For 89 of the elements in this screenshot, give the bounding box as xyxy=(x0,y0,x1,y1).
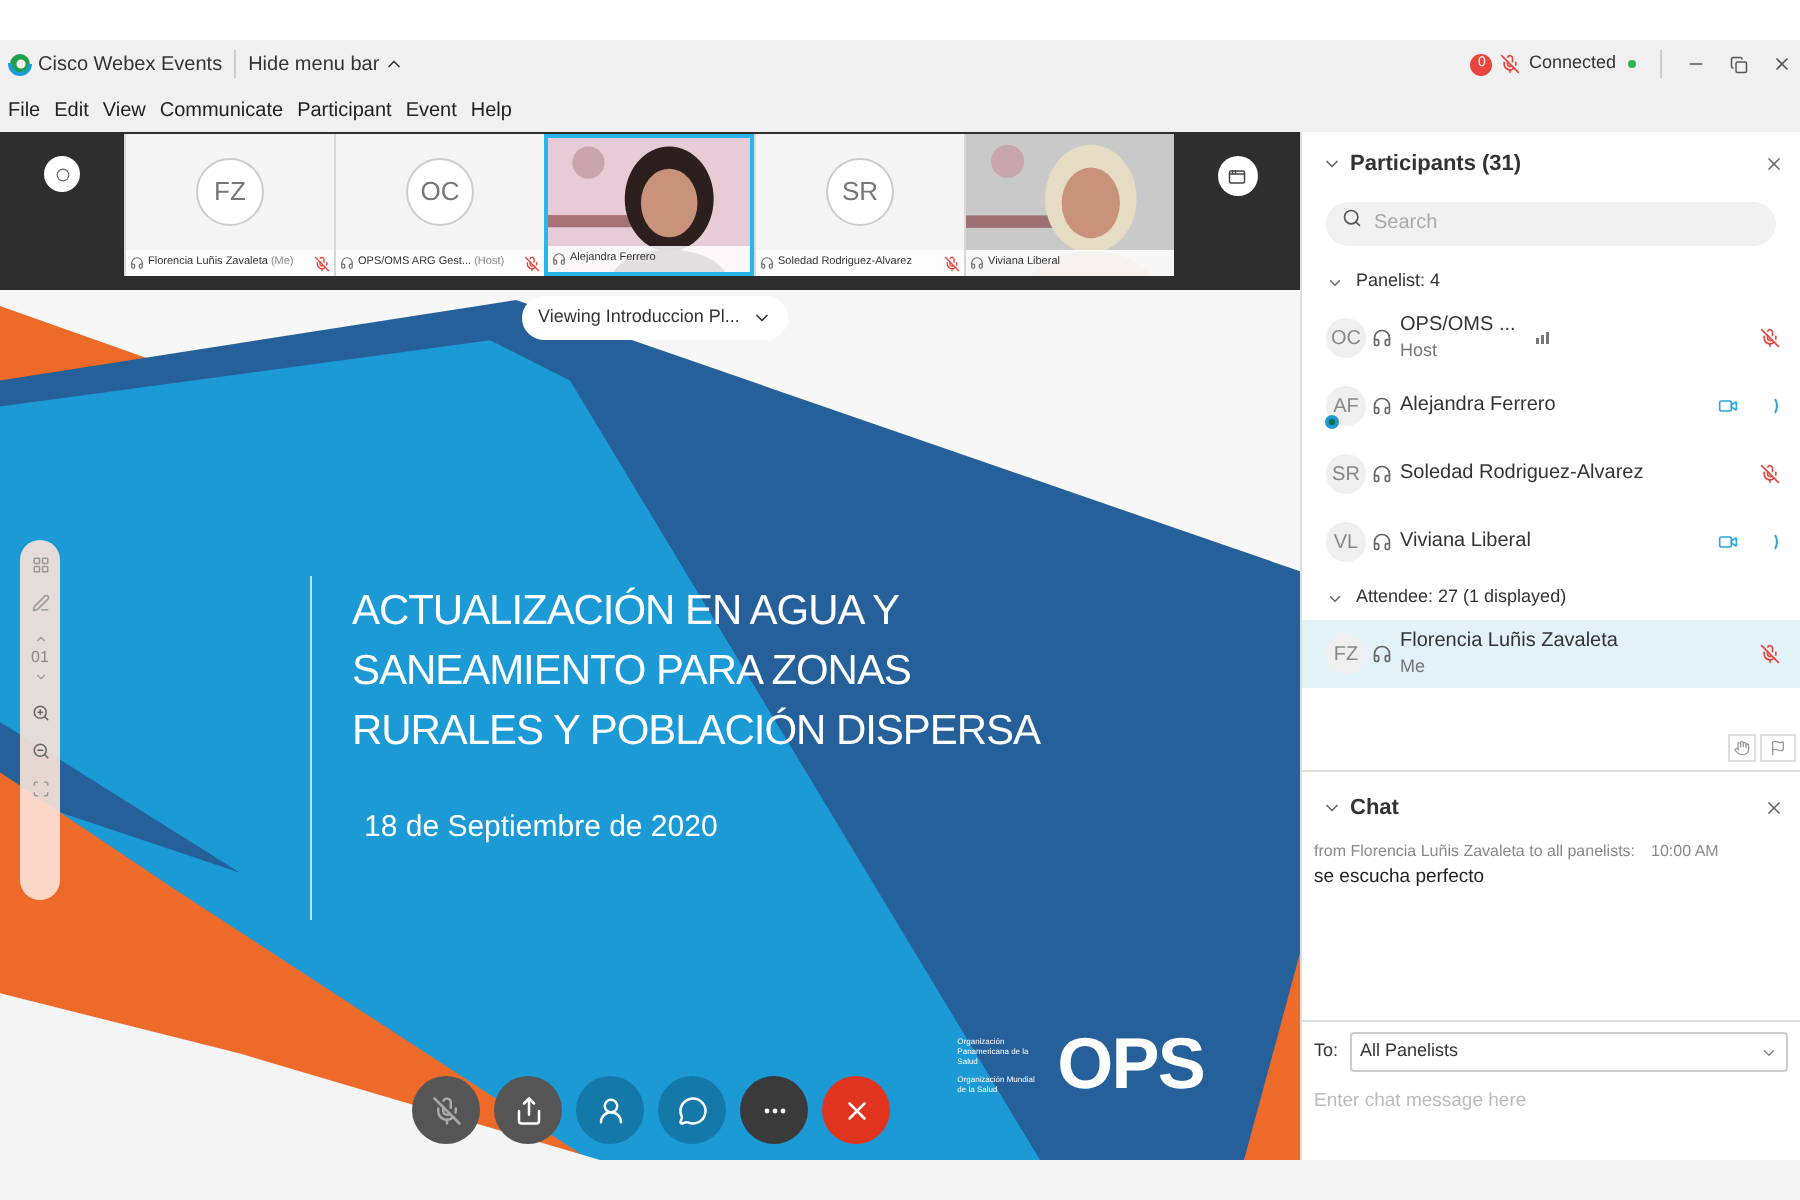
menu-item[interactable]: View xyxy=(102,95,146,125)
avatar: FZ xyxy=(1326,634,1366,674)
headset-icon xyxy=(130,256,144,270)
close-icon[interactable] xyxy=(1772,54,1792,74)
logo-wordmark: OPS xyxy=(1057,1028,1204,1100)
avatar: AF xyxy=(1326,386,1366,426)
app-title: Cisco Webex Events xyxy=(38,51,223,79)
app-logo-icon xyxy=(8,52,32,76)
participant-name: Florencia Luñis Zavaleta xyxy=(1400,630,1618,656)
slide-title-line: ACTUALIZACIÓN EN AGUA Y xyxy=(352,585,901,638)
share-icon xyxy=(513,1095,543,1125)
participant-row[interactable]: AF Alejandra Ferrero xyxy=(1302,372,1800,440)
page-number: 01 xyxy=(31,646,49,670)
participant-role: Host xyxy=(1400,339,1440,362)
menu-item[interactable]: Help xyxy=(470,95,512,125)
participant-row[interactable]: FZ Florencia Luñis Zavaleta Me xyxy=(1302,620,1800,688)
circle-icon xyxy=(55,167,69,181)
avatar: VL xyxy=(1326,522,1366,562)
thumbnails-icon[interactable] xyxy=(31,556,49,574)
panel-title: Chat xyxy=(1350,793,1399,824)
headset-icon xyxy=(1372,328,1392,348)
mic-muted-icon xyxy=(1500,54,1521,74)
menu-item[interactable]: Edit xyxy=(54,95,89,125)
participant-row[interactable]: SR Soledad Rodriguez-Alvarez xyxy=(1302,440,1800,508)
search-icon xyxy=(1342,208,1362,228)
chat-input[interactable]: Enter chat message here xyxy=(1314,1088,1788,1117)
mute-icon xyxy=(431,1095,461,1125)
mic-muted-icon xyxy=(1760,644,1780,664)
headset-icon xyxy=(1372,396,1392,416)
close-icon[interactable] xyxy=(1764,798,1784,818)
slide-title-line: RURALES Y POBLACIÓN DISPERSA xyxy=(352,705,1043,758)
participant-name: Soledad Rodriguez-Alvarez xyxy=(1400,461,1644,487)
mic-muted-icon xyxy=(1760,328,1780,348)
flag-icon xyxy=(1770,740,1786,756)
mic-muted-icon xyxy=(1760,464,1780,484)
raise-hand-button[interactable] xyxy=(1728,734,1756,762)
menu-item[interactable]: File xyxy=(8,95,41,125)
avatar: SR xyxy=(1326,454,1366,494)
headset-icon xyxy=(1372,644,1392,664)
headset-icon xyxy=(760,256,774,270)
mic-muted-icon xyxy=(314,255,330,271)
recipient-label: To: xyxy=(1314,1038,1339,1065)
message-text: se escucha perfecto xyxy=(1314,864,1487,892)
avatar: OC xyxy=(406,158,474,226)
menu-item[interactable]: Communicate xyxy=(159,95,284,125)
view-button[interactable] xyxy=(1217,156,1257,196)
flag-button[interactable] xyxy=(1760,734,1796,762)
slide-title-line: SANEAMIENTO PARA ZONAS xyxy=(352,646,913,698)
zoom-out-icon[interactable] xyxy=(31,742,49,760)
participants-icon xyxy=(595,1095,625,1125)
layout-button[interactable] xyxy=(44,156,80,192)
participant-name: Alejandra Ferrero xyxy=(1400,393,1556,419)
headset-icon xyxy=(552,252,566,266)
close-icon[interactable] xyxy=(1764,154,1784,174)
message-time: 10:00 AM xyxy=(1651,840,1719,864)
group-header[interactable]: Attendee: 27 (1 displayed) xyxy=(1302,576,1800,620)
menu-item[interactable]: Participant xyxy=(297,95,392,125)
chat-icon xyxy=(677,1095,707,1125)
signal-arc-icon xyxy=(1774,534,1780,550)
participant-row[interactable]: OC OPS/OMS ... Host xyxy=(1302,304,1800,372)
restore-icon[interactable] xyxy=(1730,55,1748,73)
connection-status: Connected xyxy=(1528,50,1616,77)
recipient-dropdown[interactable]: All Panelists xyxy=(1350,1032,1788,1072)
headset-icon xyxy=(970,256,984,270)
mic-muted-icon xyxy=(524,255,540,271)
participant-role: Me xyxy=(1400,655,1428,678)
avatar: FZ xyxy=(196,158,264,226)
window-icon xyxy=(1228,167,1246,185)
more-icon xyxy=(763,1107,785,1113)
group-header[interactable]: Panelist: 4 xyxy=(1302,260,1800,304)
headset-icon xyxy=(1372,464,1392,484)
headset-icon xyxy=(340,256,354,270)
headset-icon xyxy=(1372,532,1392,552)
signal-arc-icon xyxy=(1774,398,1780,414)
participant-name: OPS/OMS ... xyxy=(1400,314,1516,340)
avatar: SR xyxy=(826,158,894,226)
hide-menu-bar-button[interactable]: Hide menu bar xyxy=(248,49,404,79)
panel-title: Participants (31) xyxy=(1350,149,1522,180)
participant-row[interactable]: VL Viviana Liberal xyxy=(1302,508,1800,576)
avatar: OC xyxy=(1326,318,1366,358)
message-sender: from Florencia Luñis Zavaleta to all panelists: xyxy=(1314,840,1636,864)
mic-muted-icon xyxy=(944,255,960,271)
hand-icon xyxy=(1734,740,1750,756)
participant-name: Viviana Liberal xyxy=(1400,529,1531,555)
viewing-selector[interactable]: Viewing Introduccion Pl... xyxy=(522,296,788,340)
zoom-in-icon[interactable] xyxy=(31,704,49,722)
menu-item[interactable]: Event xyxy=(405,95,457,125)
slide-date: 18 de Septiembre de 2020 xyxy=(364,808,720,848)
search-field[interactable]: Search xyxy=(1326,201,1776,245)
